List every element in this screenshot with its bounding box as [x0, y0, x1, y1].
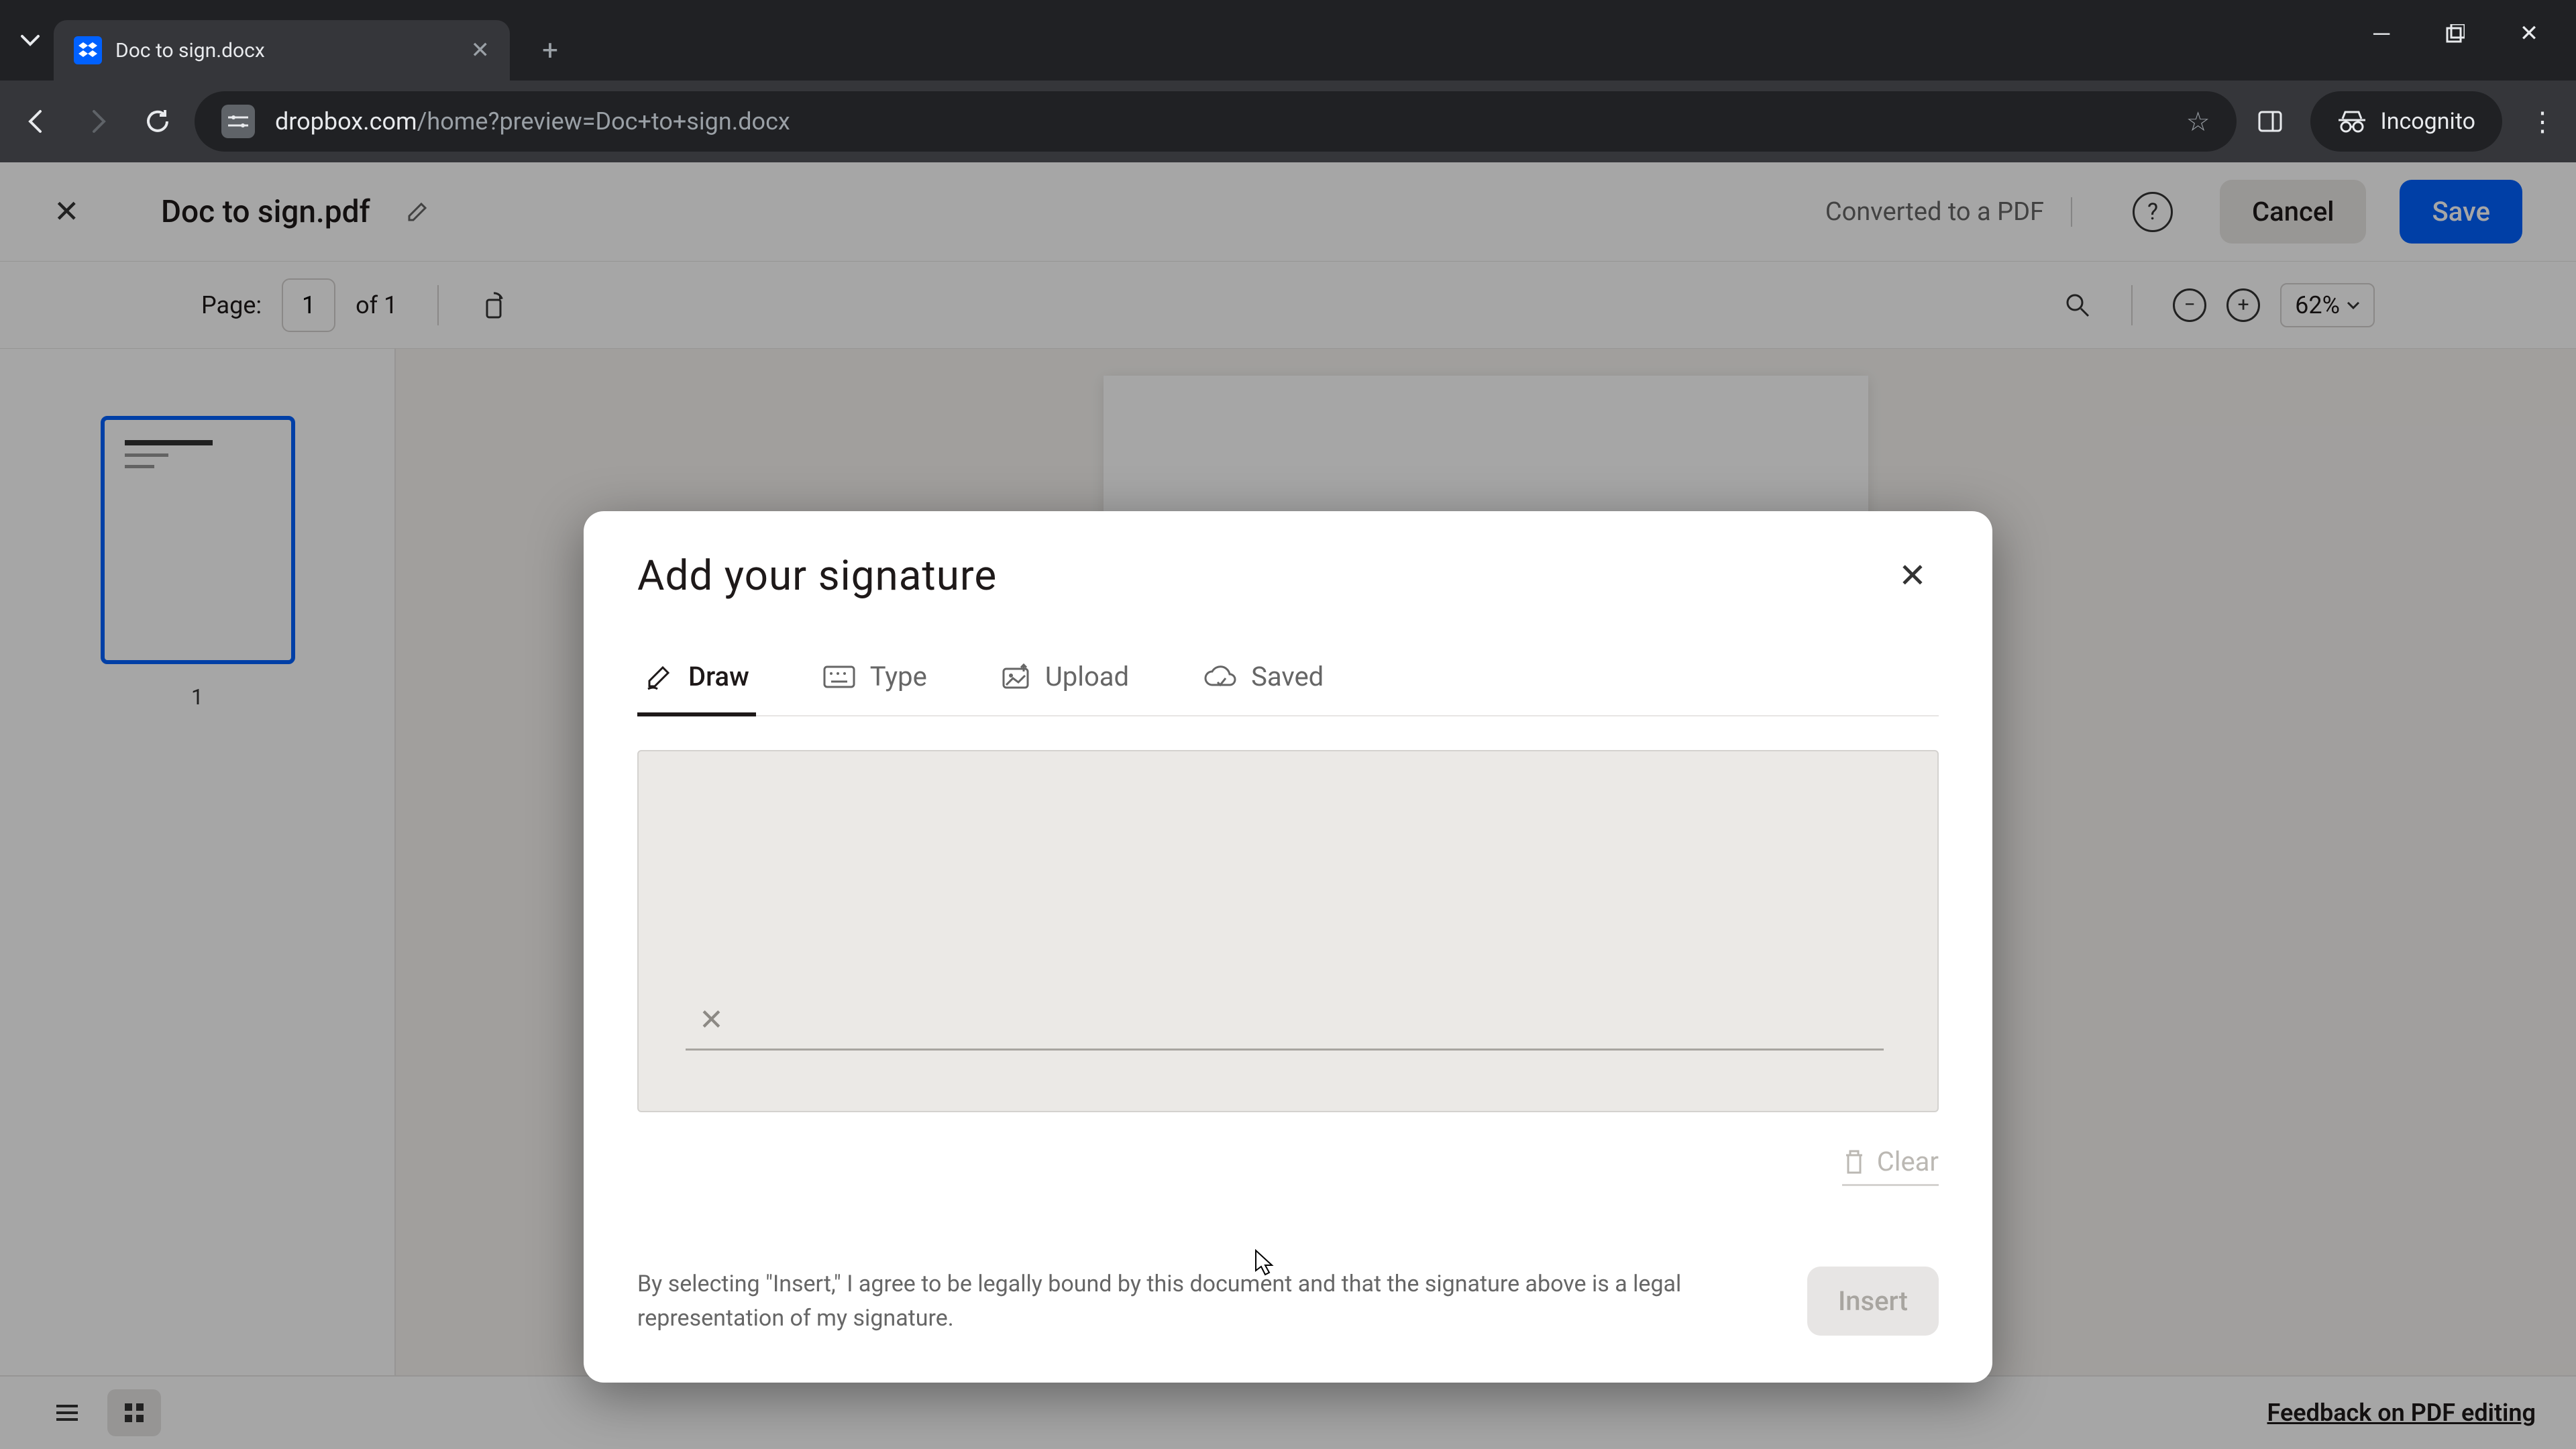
editor-toolbar: Page: of 1 − + 62%	[0, 262, 2576, 349]
clear-signature-button[interactable]: Clear	[1842, 1139, 1939, 1186]
zoom-out-button[interactable]: −	[2173, 288, 2206, 322]
help-icon[interactable]: ?	[2133, 192, 2173, 232]
forward-button[interactable]	[74, 98, 121, 145]
grid-view-button[interactable]	[107, 1389, 161, 1436]
new-tab-button[interactable]: +	[530, 20, 570, 80]
cloud-icon	[1203, 665, 1236, 689]
back-button[interactable]	[13, 98, 60, 145]
bookmark-star-icon[interactable]: ☆	[2186, 106, 2210, 138]
dropbox-favicon-icon	[74, 36, 102, 64]
tab-close-button[interactable]: ✕	[471, 37, 490, 64]
search-icon[interactable]	[2064, 292, 2091, 319]
tab-draw[interactable]: Draw	[637, 661, 756, 716]
signature-x-mark: ✕	[699, 1002, 724, 1037]
cancel-button[interactable]: Cancel	[2220, 180, 2366, 244]
editor-header: ✕ Doc to sign.pdf Converted to a PDF ? C…	[0, 162, 2576, 262]
modal-close-button[interactable]: ✕	[1898, 556, 1939, 596]
incognito-label: Incognito	[2380, 108, 2475, 135]
signature-tabs: Draw Type Upload	[637, 661, 1939, 716]
close-window-button[interactable]: ✕	[2509, 13, 2549, 54]
signature-draw-canvas[interactable]: ✕	[637, 750, 1939, 1112]
tab-upload-label: Upload	[1045, 661, 1129, 692]
signature-modal: Add your signature ✕ Draw Type	[584, 511, 1992, 1383]
document-title: Doc to sign.pdf	[161, 194, 370, 230]
browser-titlebar: Doc to sign.docx ✕ + ─ ✕	[0, 0, 2576, 80]
rename-icon[interactable]	[404, 199, 431, 225]
page-number-input[interactable]	[282, 278, 335, 332]
feedback-link[interactable]: Feedback on PDF editing	[2267, 1399, 2536, 1427]
modal-title: Add your signature	[637, 551, 997, 600]
page-label: Page:	[201, 291, 262, 319]
keyboard-icon	[823, 665, 855, 688]
save-button[interactable]: Save	[2400, 180, 2522, 244]
tab-saved-label: Saved	[1251, 661, 1324, 692]
signature-line	[686, 1049, 1884, 1051]
list-view-button[interactable]	[40, 1389, 94, 1436]
incognito-icon	[2337, 109, 2367, 133]
url-text: dropbox.com/home?preview=Doc+to+sign.doc…	[275, 107, 2166, 136]
page-total-label: of 1	[356, 291, 397, 319]
rotate-page-icon[interactable]	[479, 290, 508, 320]
thumbnail-panel: 1	[0, 349, 396, 1375]
tab-saved[interactable]: Saved	[1196, 661, 1330, 716]
reload-button[interactable]	[134, 98, 181, 145]
tab-type[interactable]: Type	[816, 661, 934, 716]
browser-tab[interactable]: Doc to sign.docx ✕	[54, 20, 510, 80]
minimize-button[interactable]: ─	[2361, 13, 2402, 54]
zoom-level-value: 62%	[2295, 291, 2340, 319]
tab-upload[interactable]: Upload	[994, 661, 1136, 716]
draw-icon	[644, 662, 674, 692]
incognito-badge[interactable]: Incognito	[2310, 91, 2502, 152]
zoom-in-button[interactable]: +	[2226, 288, 2260, 322]
tab-draw-label: Draw	[688, 661, 749, 692]
browser-menu-button[interactable]: ⋮	[2522, 101, 2563, 142]
zoom-level-dropdown[interactable]: 62%	[2280, 283, 2375, 327]
page-thumbnail[interactable]	[101, 416, 295, 664]
tabs-dropdown-button[interactable]	[13, 23, 47, 57]
converted-label: Converted to a PDF	[1825, 197, 2072, 227]
clear-label: Clear	[1877, 1146, 1939, 1177]
legal-disclaimer: By selecting "Insert," I agree to be leg…	[637, 1267, 1767, 1336]
maximize-button[interactable]	[2435, 13, 2475, 54]
chevron-down-icon	[2347, 301, 2360, 309]
address-bar[interactable]: dropbox.com/home?preview=Doc+to+sign.doc…	[195, 91, 2237, 152]
side-panel-button[interactable]	[2250, 101, 2290, 142]
tab-title: Doc to sign.docx	[115, 39, 458, 62]
trash-icon	[1842, 1148, 1866, 1175]
insert-button[interactable]: Insert	[1807, 1267, 1939, 1336]
close-editor-button[interactable]: ✕	[54, 193, 87, 230]
thumbnail-page-number: 1	[101, 684, 294, 710]
editor-footer: Feedback on PDF editing	[0, 1375, 2576, 1449]
tab-type-label: Type	[870, 661, 927, 692]
browser-toolbar: dropbox.com/home?preview=Doc+to+sign.doc…	[0, 80, 2576, 162]
upload-icon	[1001, 663, 1030, 690]
site-settings-icon[interactable]	[221, 105, 255, 138]
